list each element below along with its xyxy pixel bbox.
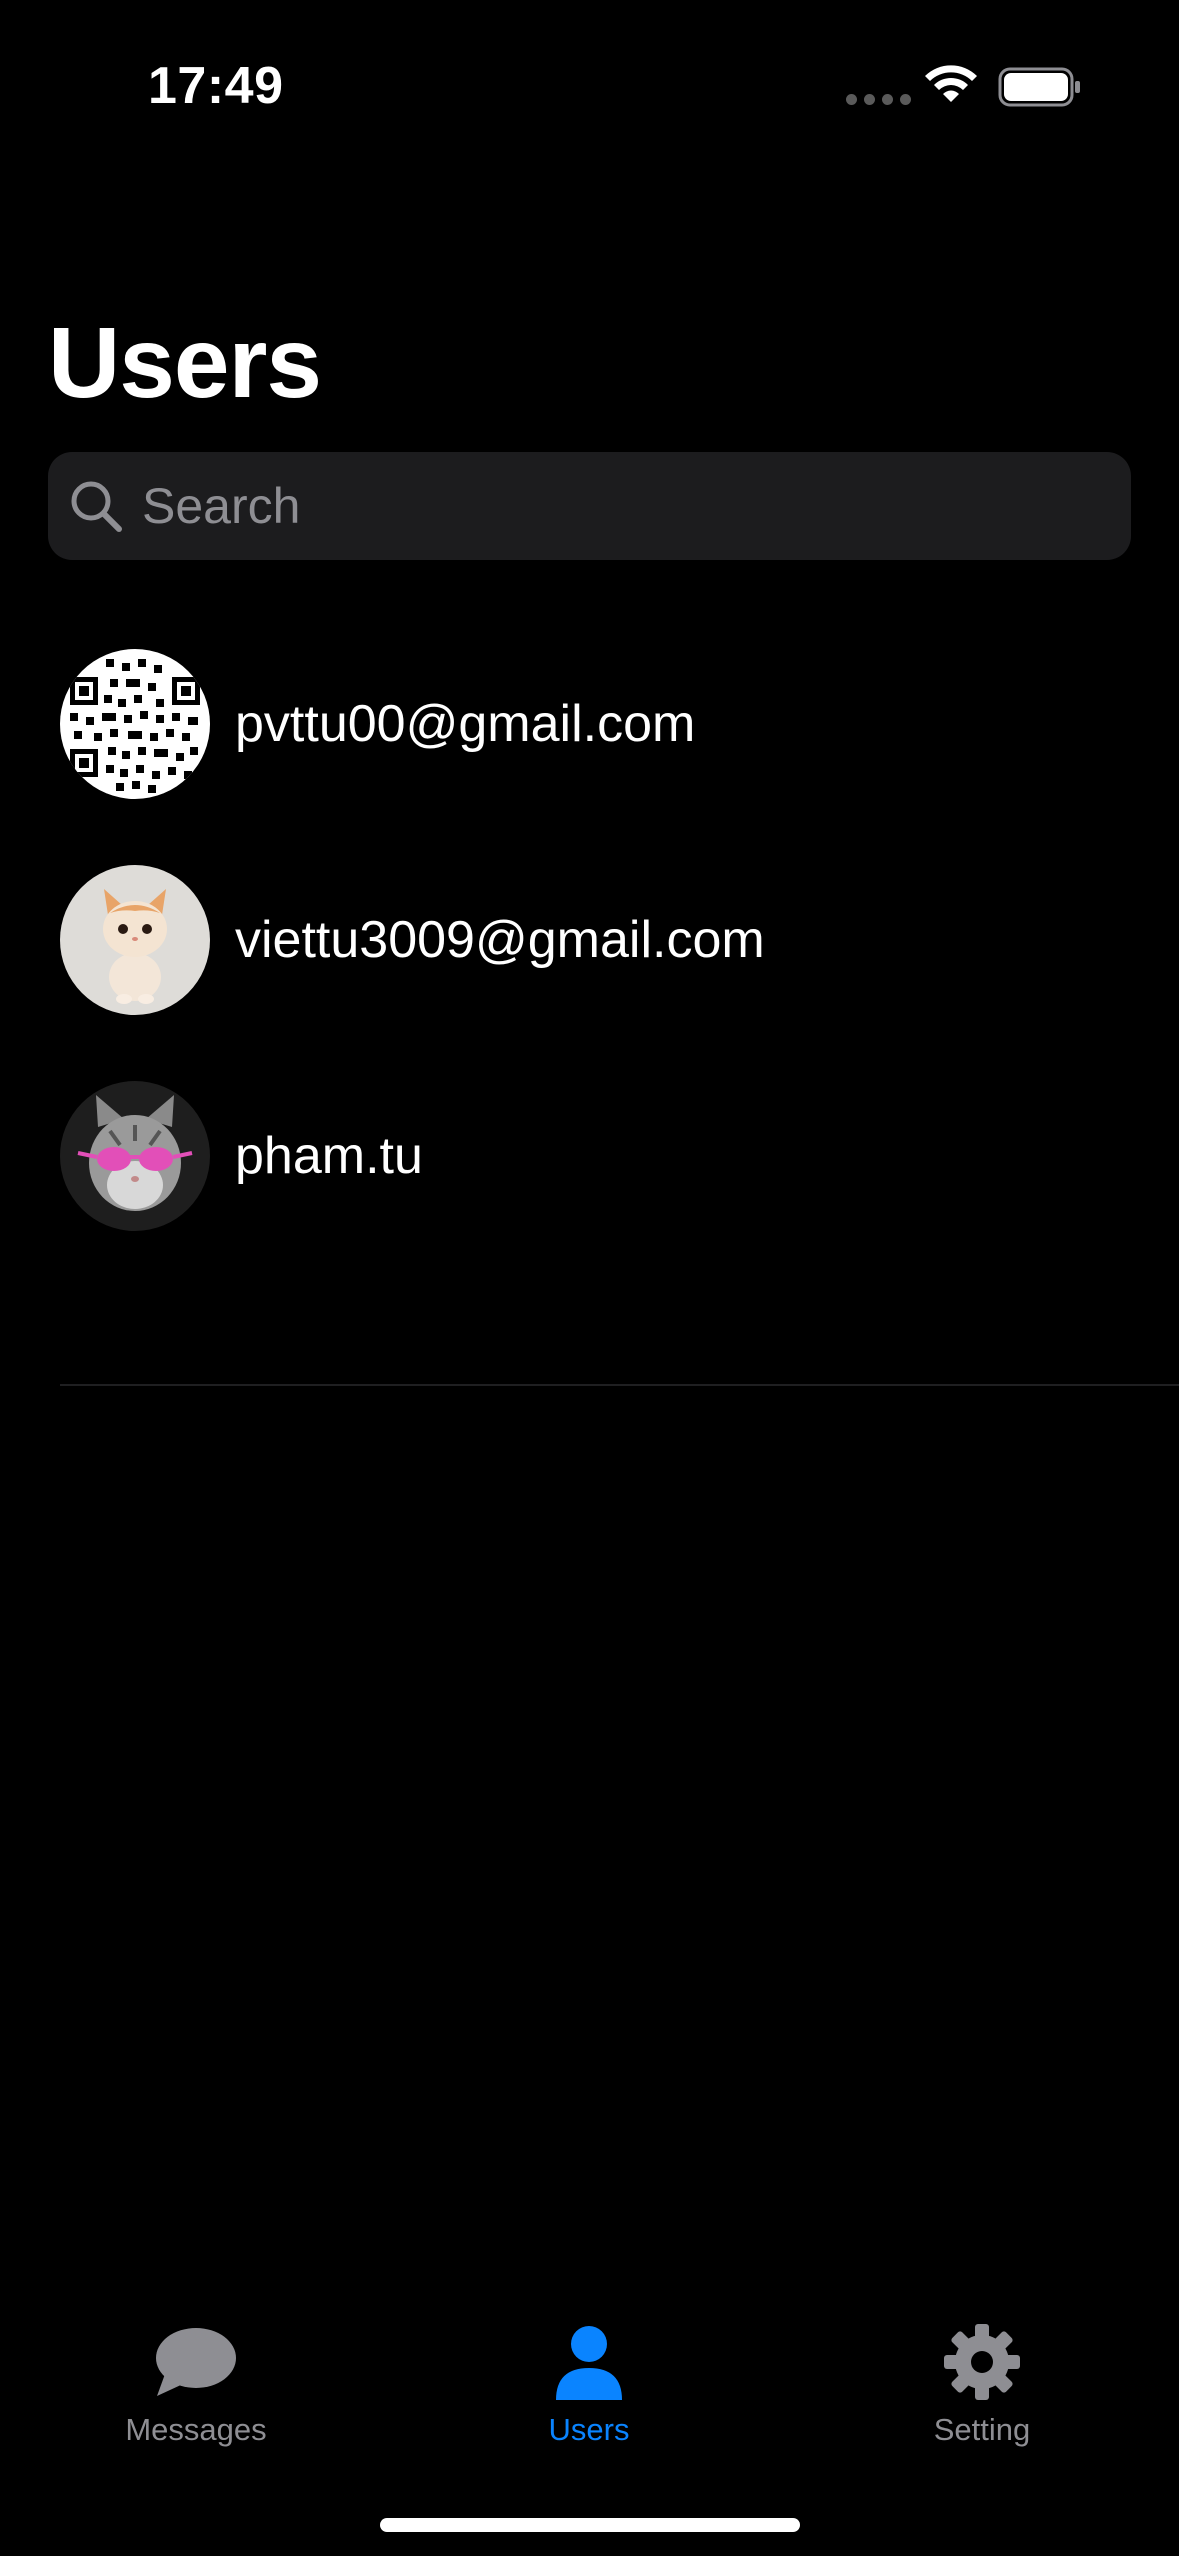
tab-label: Users [548,2412,630,2447]
user-list-item[interactable]: pham.tu [0,1066,1179,1246]
chat-bubble-icon [156,2328,236,2396]
status-time: 17:49 [148,57,284,115]
search-bar[interactable] [48,452,1131,560]
home-indicator[interactable] [380,2518,800,2532]
wifi-icon [925,65,977,102]
page-title: Users [48,307,322,419]
tab-messages[interactable]: Messages [76,2322,316,2462]
qr-code-avatar [60,649,210,799]
battery-icon [998,67,1080,107]
kitten-avatar [60,865,210,1015]
user-name: pham.tu [235,1127,423,1185]
person-icon [556,2326,622,2400]
tab-setting[interactable]: Setting [862,2322,1102,2462]
list-divider [60,1384,1179,1386]
search-input[interactable] [142,477,1082,535]
tab-users[interactable]: Users [469,2322,709,2462]
user-list-item[interactable]: pvttu00@gmail.com [0,634,1179,814]
tab-label: Setting [933,2412,1031,2447]
cat-with-pink-sunglasses-avatar [60,1081,210,1231]
user-name: viettu3009@gmail.com [235,911,765,969]
cellular-signal-icon [846,94,911,105]
gear-icon [944,2324,1020,2400]
tab-label: Messages [125,2412,267,2447]
user-list-item[interactable]: viettu3009@gmail.com [0,850,1179,1030]
search-icon [71,481,122,532]
user-name: pvttu00@gmail.com [235,695,696,753]
